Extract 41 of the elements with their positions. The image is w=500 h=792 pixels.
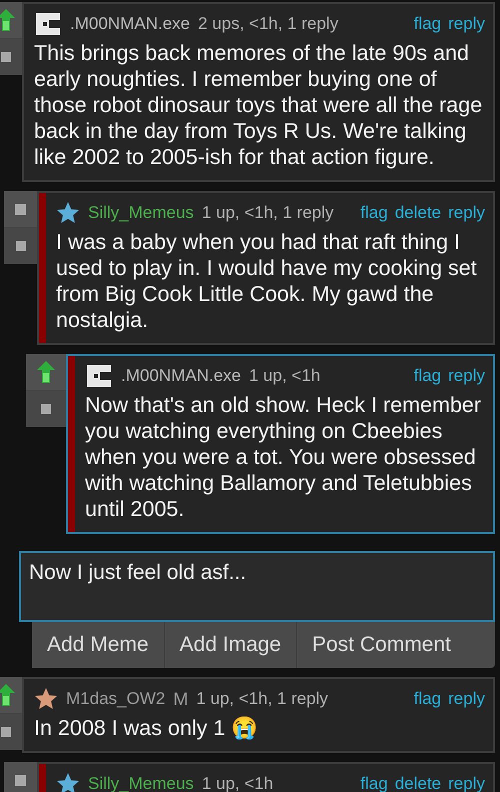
action-link[interactable]: reply — [448, 203, 485, 223]
comment-meta: 1 up, <1h — [248, 366, 320, 386]
username[interactable]: .M00NMAN.exe — [70, 14, 190, 34]
action-link[interactable]: flag — [414, 366, 442, 386]
action-link[interactable]: flag — [414, 689, 442, 709]
square-icon — [15, 204, 26, 214]
avatar-icon — [85, 362, 113, 390]
comment-text: In 2008 I was only 1 😭 — [34, 715, 260, 741]
square-icon — [0, 727, 10, 737]
arrow-up-icon — [0, 684, 14, 706]
square-icon — [41, 404, 51, 414]
upvote-button[interactable] — [4, 762, 37, 792]
comment-meta: 1 up, <1h, 1 reply — [196, 689, 328, 709]
reply-field[interactable]: Now I just feel old asf... — [19, 551, 495, 622]
arrow-up-icon — [37, 361, 55, 383]
username[interactable]: .M00NMAN.exe — [121, 366, 241, 386]
comment-text: This brings back memores of the late 90s and early noughties. I remember buying one of those robot dinosaur toys that were all the rage back in the day from Toys R Us. We're talking like 2002 to 2005-ish for that action figure. — [34, 40, 484, 170]
comment-meta: 1 up, <1h, 1 reply — [202, 203, 334, 223]
upvote-button[interactable] — [26, 354, 66, 391]
avatar-icon — [34, 10, 62, 38]
downvote-button[interactable] — [26, 391, 66, 427]
comment-text: I was a baby when you had that raft thing I used to play in. I would have my cooking set from Big Cook Little Cook. My gawd the nostalgia. — [56, 229, 478, 333]
form-button[interactable]: Add Meme — [32, 622, 165, 668]
comment-meta: 2 ups, <1h, 1 reply — [198, 14, 338, 34]
action-link[interactable]: delete — [394, 774, 442, 792]
action-link[interactable]: delete — [394, 203, 442, 223]
action-link[interactable]: reply — [448, 689, 485, 709]
username[interactable]: M1das_OW2 — [66, 689, 166, 709]
action-link[interactable]: reply — [448, 366, 485, 386]
comment-text: Now that's an old show. Heck I remember you watching everything on Cbeebies when you were a tot. You were obsessed with watching Ballamory and Teletubbies until 2005. — [85, 392, 482, 522]
square-icon — [0, 52, 10, 62]
upvote-button[interactable] — [4, 191, 37, 228]
downvote-button[interactable] — [4, 228, 37, 264]
action-link[interactable]: flag — [360, 203, 388, 223]
user-rank-label: M — [173, 688, 188, 710]
arrow-up-icon — [0, 9, 14, 31]
square-icon — [15, 774, 26, 786]
action-link[interactable]: reply — [448, 14, 485, 34]
action-link[interactable]: flag — [414, 14, 442, 34]
username[interactable]: Silly_Memeus — [88, 203, 194, 223]
square-icon — [16, 241, 26, 251]
